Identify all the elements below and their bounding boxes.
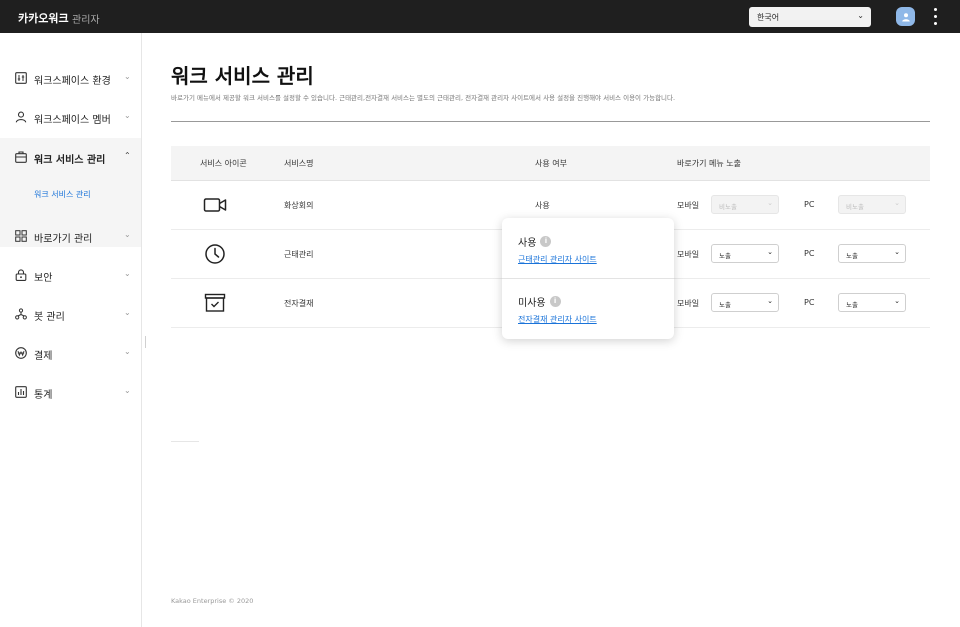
mobile-label: 모바일 xyxy=(677,250,700,259)
sidebar-scroll-handle[interactable] xyxy=(145,336,146,348)
user-avatar-icon xyxy=(901,12,910,21)
footer-copyright: Kakao Enterprise © 2020 xyxy=(171,597,254,605)
sidebar-item-label: 결제 xyxy=(34,351,53,362)
column-header-usage: 사용 여부 xyxy=(535,159,567,168)
usage-status: 사용 xyxy=(535,201,550,210)
language-value: 한국어 xyxy=(757,13,780,22)
grid-icon xyxy=(15,230,27,242)
clock-icon xyxy=(205,244,225,264)
sidebar-item-bot[interactable]: 봇 관리 ⌄ xyxy=(0,301,142,327)
popover-status-used: 사용 i xyxy=(518,234,552,249)
briefcase-icon xyxy=(15,151,27,163)
sidebar-subitem-work-service[interactable]: 워크 서비스 관리 xyxy=(34,189,91,200)
mobile-exposure-select[interactable]: 노출 ⌄ xyxy=(711,244,779,263)
pc-label: PC xyxy=(804,200,815,209)
sidebar: 워크스페이스 환경 ⌄ 워크스페이스 멤버 ⌄ 워크 서비스 관리 ⌃ 워크 서… xyxy=(0,33,142,627)
user-icon xyxy=(15,111,27,123)
mobile-label: 모바일 xyxy=(677,201,700,210)
divider xyxy=(171,121,930,122)
table-header: 서비스 아이콘 서비스명 사용 여부 바로가기 메뉴 노출 xyxy=(171,146,930,181)
chevron-down-icon: ⌄ xyxy=(767,199,773,207)
mobile-exposure-select: 비노출 ⌄ xyxy=(711,195,779,214)
status-label: 사용 xyxy=(518,238,537,249)
column-header-name: 서비스명 xyxy=(284,159,314,168)
select-value: 노출 xyxy=(719,301,731,309)
page-title: 워크 서비스 관리 xyxy=(171,64,314,88)
chevron-down-icon: ⌄ xyxy=(894,199,900,207)
language-select[interactable]: 한국어 ⌄ xyxy=(749,7,871,27)
chevron-down-icon: ⌄ xyxy=(124,230,131,239)
pc-exposure-select[interactable]: 노출 ⌄ xyxy=(838,293,906,312)
more-menu-icon[interactable] xyxy=(929,8,941,25)
sidebar-item-work-service[interactable]: 워크 서비스 관리 ⌃ xyxy=(0,144,142,170)
chevron-down-icon: ⌄ xyxy=(894,297,900,305)
bot-icon xyxy=(15,308,27,320)
lock-icon xyxy=(15,269,27,281)
brand-subtitle: 관리자 xyxy=(72,15,100,26)
chevron-up-icon: ⌃ xyxy=(124,151,131,160)
info-icon[interactable]: i xyxy=(540,236,552,247)
usage-status-popover: 사용 i 근태관리 관리자 사이트 미사용 i 전자결재 관리자 사이트 xyxy=(502,218,674,339)
select-value: 비노출 xyxy=(846,203,864,211)
sidebar-item-payment[interactable]: 결제 ⌄ xyxy=(0,340,142,366)
chart-icon xyxy=(15,386,27,398)
approval-admin-link[interactable]: 전자결재 관리자 사이트 xyxy=(518,314,597,325)
top-bar: 카카오워크 관리자 한국어 ⌄ xyxy=(0,0,960,33)
chevron-down-icon: ⌄ xyxy=(857,11,864,20)
chevron-down-icon: ⌄ xyxy=(894,248,900,256)
chevron-down-icon: ⌄ xyxy=(124,111,131,120)
pc-exposure-select[interactable]: 노출 ⌄ xyxy=(838,244,906,263)
avatar[interactable] xyxy=(896,7,915,26)
chevron-down-icon: ⌄ xyxy=(124,386,131,395)
attendance-admin-link[interactable]: 근태관리 관리자 사이트 xyxy=(518,254,597,265)
service-name: 화상회의 xyxy=(284,201,314,210)
chevron-down-icon: ⌄ xyxy=(124,347,131,356)
select-value: 노출 xyxy=(719,252,731,260)
sidebar-item-workspace-members[interactable]: 워크스페이스 멤버 ⌄ xyxy=(0,104,142,130)
video-camera-icon xyxy=(203,198,227,212)
chevron-down-icon: ⌄ xyxy=(124,269,131,278)
sidebar-item-label: 워크스페이스 환경 xyxy=(34,76,111,87)
sidebar-item-label: 보안 xyxy=(34,273,53,284)
pc-exposure-select: 비노출 ⌄ xyxy=(838,195,906,214)
divider xyxy=(171,441,199,442)
select-value: 노출 xyxy=(846,252,858,260)
sidebar-item-label: 통계 xyxy=(34,390,53,401)
popover-status-unused: 미사용 i xyxy=(518,294,561,309)
sidebar-item-security[interactable]: 보안 ⌄ xyxy=(0,262,142,288)
sidebar-item-label: 봇 관리 xyxy=(34,312,65,323)
chevron-down-icon: ⌄ xyxy=(124,308,131,317)
won-coin-icon xyxy=(15,347,27,359)
sidebar-item-workspace-settings[interactable]: 워크스페이스 환경 ⌄ xyxy=(0,65,142,91)
chevron-down-icon: ⌄ xyxy=(124,72,131,81)
select-value: 비노출 xyxy=(719,203,737,211)
sidebar-item-label: 워크스페이스 멤버 xyxy=(34,115,111,126)
settings-sliders-icon xyxy=(15,72,27,84)
chevron-down-icon: ⌄ xyxy=(767,297,773,305)
sidebar-item-shortcuts[interactable]: 바로가기 관리 ⌄ xyxy=(0,223,142,249)
approval-box-icon xyxy=(204,293,226,312)
pc-label: PC xyxy=(804,298,815,307)
page-description: 바로가기 메뉴에서 제공할 워크 서비스를 설정할 수 있습니다. 근태관리,전… xyxy=(171,94,676,102)
sidebar-item-statistics[interactable]: 통계 ⌄ xyxy=(0,379,142,405)
divider xyxy=(502,278,674,279)
column-header-icon: 서비스 아이콘 xyxy=(200,159,247,168)
brand-logo[interactable]: 카카오워크 xyxy=(18,10,69,26)
mobile-exposure-select[interactable]: 노출 ⌄ xyxy=(711,293,779,312)
service-name: 전자결재 xyxy=(284,299,314,308)
chevron-down-icon: ⌄ xyxy=(767,248,773,256)
pc-label: PC xyxy=(804,249,815,258)
sidebar-item-label: 바로가기 관리 xyxy=(34,234,93,245)
sidebar-item-label: 워크 서비스 관리 xyxy=(34,155,106,166)
service-name: 근태관리 xyxy=(284,250,314,259)
status-label: 미사용 xyxy=(518,298,546,309)
mobile-label: 모바일 xyxy=(677,299,700,308)
column-header-shortcut: 바로가기 메뉴 노출 xyxy=(677,159,741,168)
select-value: 노출 xyxy=(846,301,858,309)
info-icon[interactable]: i xyxy=(549,296,561,307)
